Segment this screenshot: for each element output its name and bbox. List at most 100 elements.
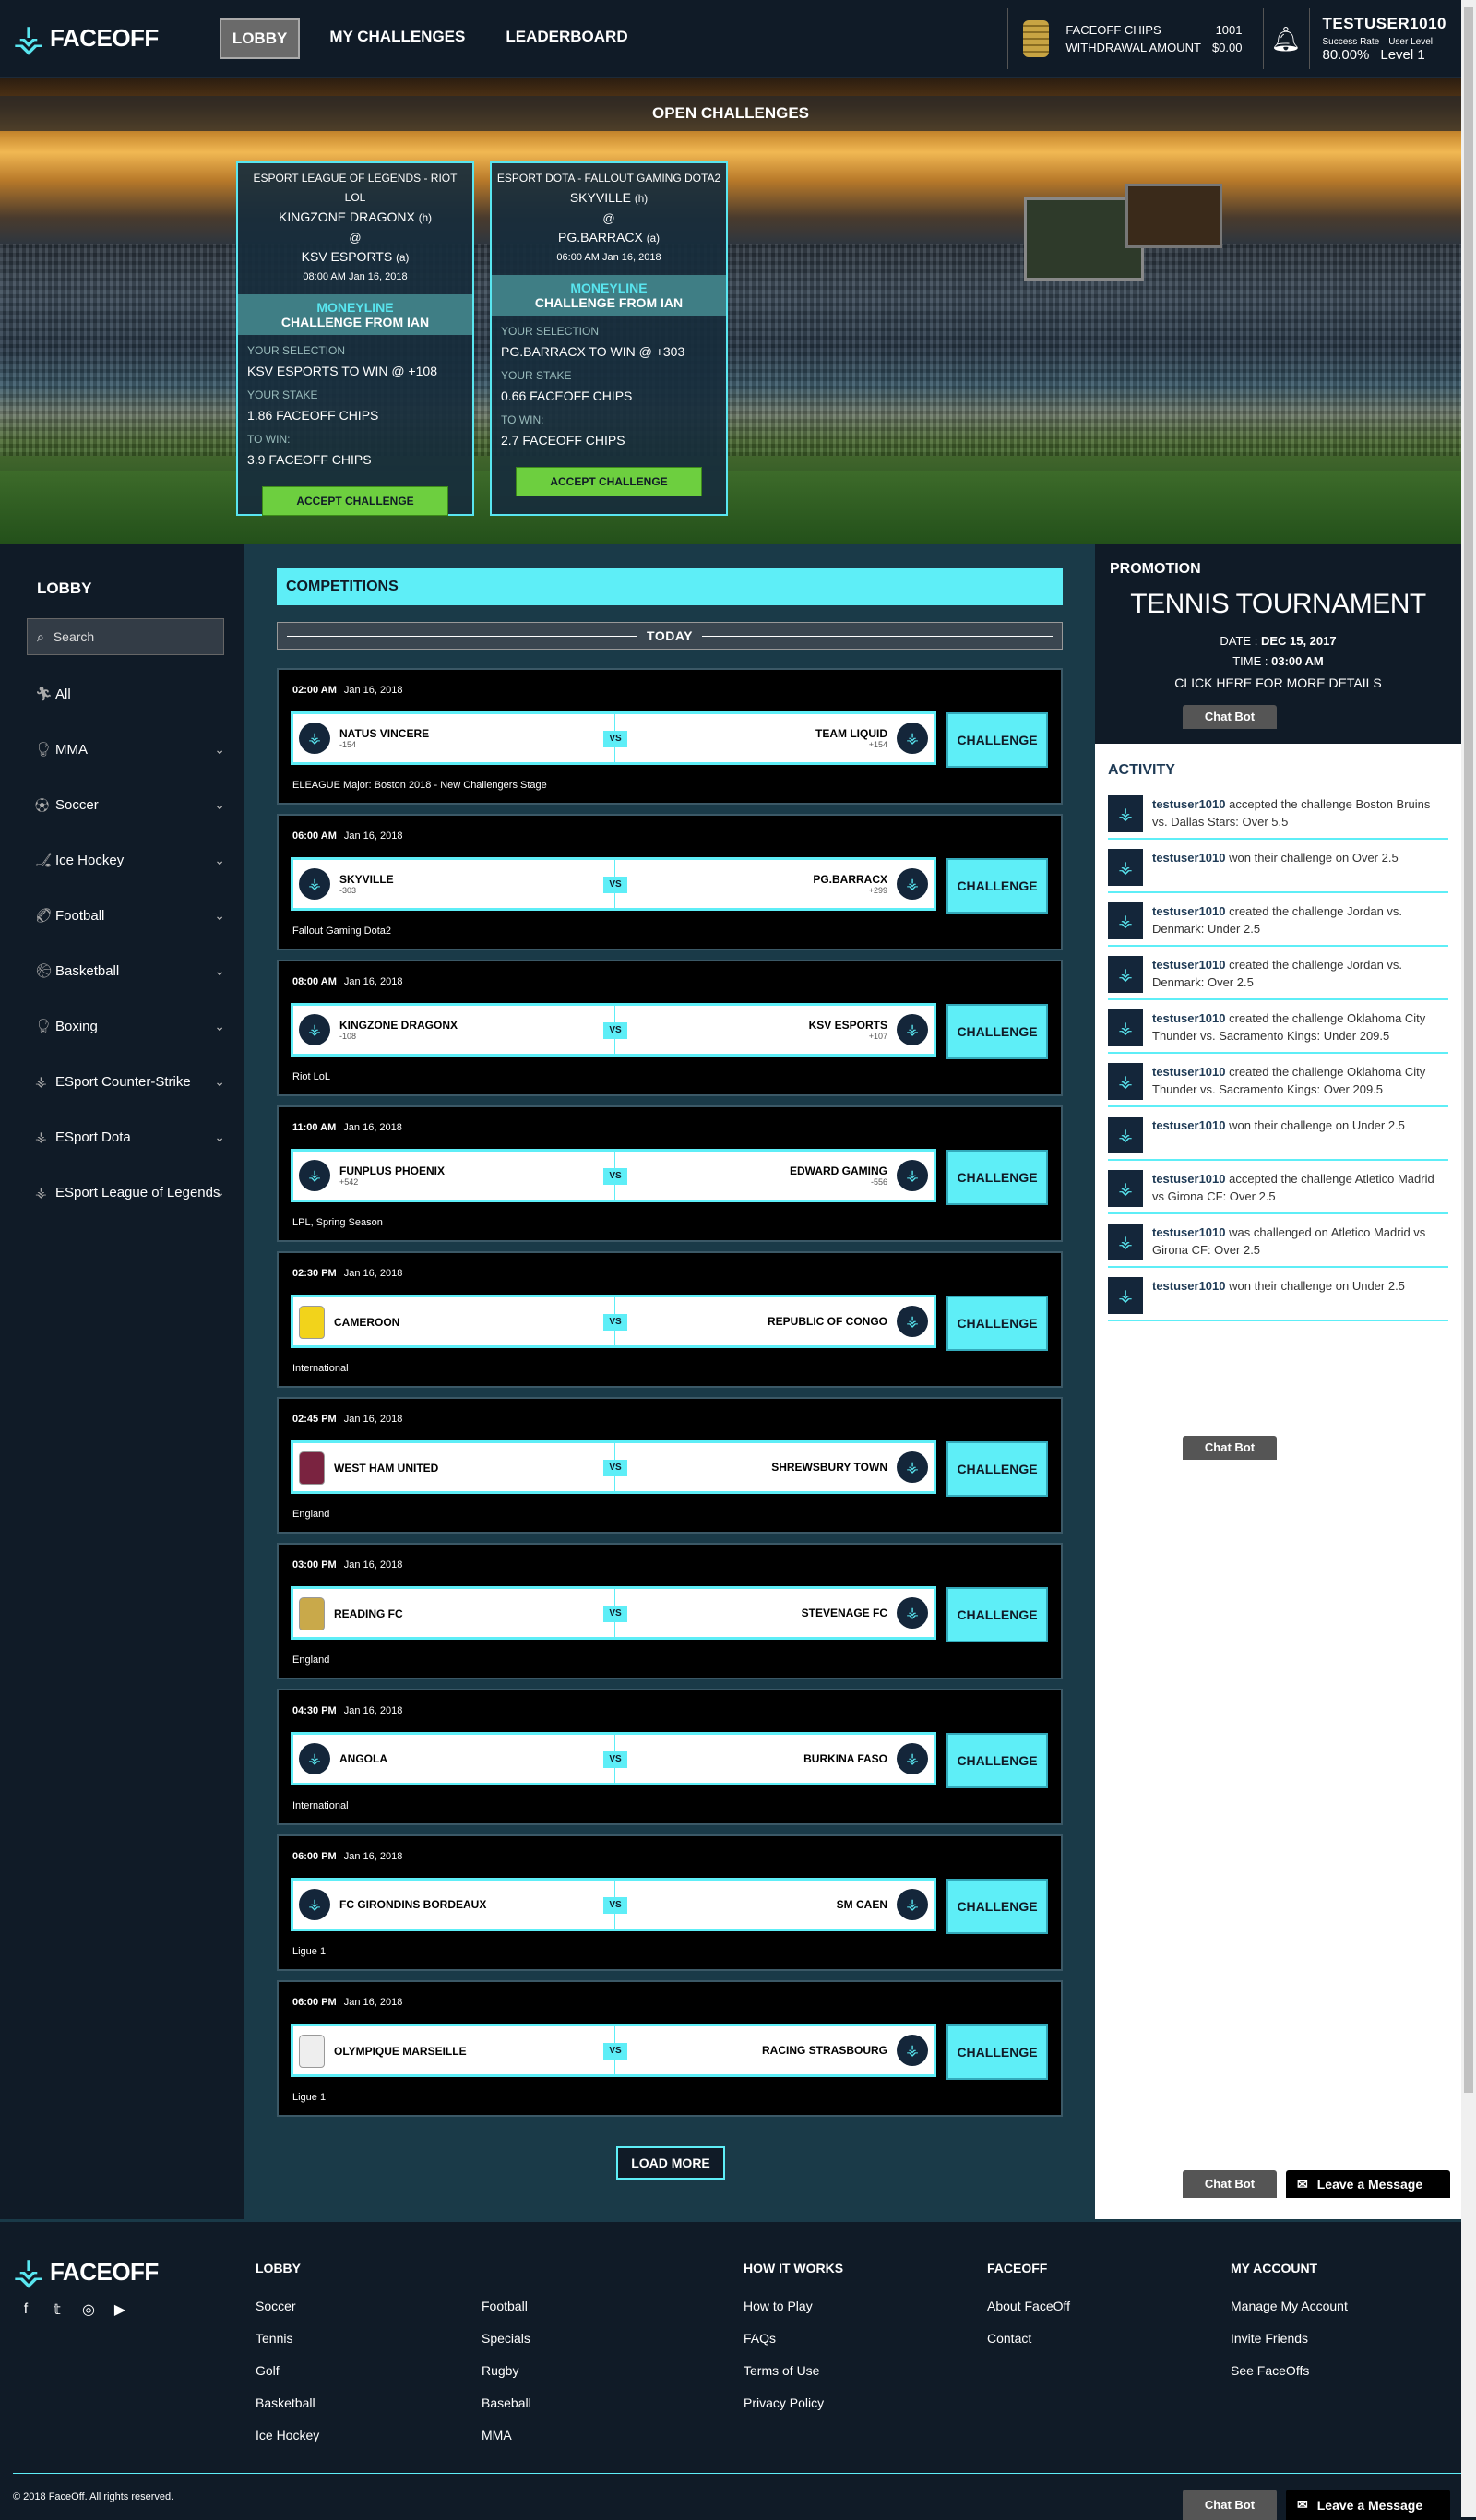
challenge-button[interactable]: CHALLENGE (946, 1733, 1048, 1788)
sidebar-item[interactable]: ⚶ ESport League of Legends ⌄ (0, 1164, 244, 1220)
matchup-bar[interactable]: OLYMPIQUE MARSEILLE VS RACING STRASBOURG… (291, 2024, 936, 2077)
sidebar-item[interactable]: ⚶ ESport Dota ⌄ (0, 1109, 244, 1164)
sidebar-item[interactable]: ⚶ ESport Counter-Strike ⌄ (0, 1054, 244, 1109)
challenge-button[interactable]: CHALLENGE (946, 858, 1048, 914)
game-league: International (292, 1800, 349, 1811)
footer-link[interactable]: Terms of Use (744, 2355, 843, 2387)
activity-user[interactable]: testuser1010 (1152, 797, 1226, 811)
matchup-bar[interactable]: WEST HAM UNITED VS SHREWSBURY TOWN ⚶ (291, 1440, 936, 1494)
matchup-bar[interactable]: CAMEROON VS REPUBLIC OF CONGO ⚶ (291, 1295, 936, 1348)
challenge-button[interactable]: CHALLENGE (946, 1296, 1048, 1351)
facebook-icon[interactable]: f (17, 2300, 35, 2319)
right-column: PROMOTION TENNIS TOURNAMENT DATE : DEC 1… (1095, 544, 1461, 2219)
matchup-bar[interactable]: ⚶ NATUS VINCERE -154 VS TEAM LIQUID +154 ⚶ (291, 711, 936, 765)
leave-message-button[interactable]: ✉ Leave a Message (1286, 2170, 1450, 2198)
footer-link[interactable]: MMA (482, 2419, 531, 2452)
bell-icon[interactable]: 🔔︎ (1264, 8, 1310, 69)
activity-user[interactable]: testuser1010 (1152, 1225, 1226, 1239)
chevron-down-icon[interactable]: ⌄ (214, 853, 225, 868)
footer-link[interactable]: How to Play (744, 2290, 843, 2323)
sidebar-item[interactable]: 🥊︎ MMA ⌄ (0, 722, 244, 777)
youtube-icon[interactable]: ▶ (111, 2300, 129, 2319)
game-time: 02:45 PM Jan 16, 2018 (292, 1414, 402, 1425)
matchup-bar[interactable]: ⚶ FC GIRONDINS BORDEAUX VS SM CAEN ⚶ (291, 1878, 936, 1931)
footer-link[interactable]: Golf (256, 2355, 319, 2387)
chat-bot-button[interactable]: Chat Bot (1183, 2170, 1277, 2198)
challenge-button[interactable]: CHALLENGE (946, 712, 1048, 768)
footer-link[interactable]: Soccer (256, 2290, 319, 2323)
chevron-down-icon[interactable]: ⌄ (214, 1129, 225, 1145)
footer-link[interactable]: Football (482, 2290, 531, 2323)
matchup-bar[interactable]: ⚶ FUNPLUS PHOENIX +542 VS EDWARD GAMING -55… (291, 1149, 936, 1202)
activity-user[interactable]: testuser1010 (1152, 904, 1226, 918)
sidebar-item[interactable]: ⚽︎ Soccer ⌄ (0, 777, 244, 832)
chat-bot-button[interactable]: Chat Bot (1183, 705, 1277, 729)
twitter-icon[interactable]: 𝕥 (48, 2300, 66, 2319)
footer-link[interactable]: About FaceOff (987, 2290, 1070, 2323)
activity-user[interactable]: testuser1010 (1152, 851, 1226, 865)
footer-link[interactable]: Tennis (256, 2323, 319, 2355)
matchup-bar[interactable]: READING FC VS STEVENAGE FC ⚶ (291, 1586, 936, 1640)
team-crest-icon: ⚶ (299, 1743, 330, 1774)
activity-user[interactable]: testuser1010 (1152, 958, 1226, 972)
promotion-details-link[interactable]: CLICK HERE FOR MORE DETAILS (1110, 675, 1446, 690)
footer-link[interactable]: See FaceOffs (1231, 2355, 1348, 2387)
matchup-bar[interactable]: ⚶ SKYVILLE -303 VS PG.BARRACX +299 ⚶ (291, 857, 936, 911)
game-time: 03:00 PM Jan 16, 2018 (292, 1559, 402, 1571)
search-input[interactable]: ⌕ Search (27, 618, 224, 655)
footer-link[interactable]: Basketball (256, 2387, 319, 2419)
matchup-bar[interactable]: ⚶ KINGZONE DRAGONX -108 VS KSV ESPORTS +107… (291, 1003, 936, 1057)
chevron-down-icon[interactable]: ⌄ (214, 1074, 225, 1090)
load-more-button[interactable]: LOAD MORE (616, 2146, 725, 2180)
nav-lobby[interactable]: LOBBY (219, 18, 301, 59)
leave-message-button[interactable]: ✉ Leave a Message (1286, 2490, 1450, 2520)
faceoff-logo[interactable]: ⚶ FACEOFF (13, 20, 159, 57)
matchup-bar[interactable]: ⚶ ANGOLA VS BURKINA FASO ⚶ (291, 1732, 936, 1785)
challenge-button[interactable]: CHALLENGE (946, 1879, 1048, 1934)
footer-logo[interactable]: ⚶ FACEOFF (13, 2253, 159, 2290)
challenge-button[interactable]: CHALLENGE (946, 1150, 1048, 1205)
footer-link[interactable]: Specials (482, 2323, 531, 2355)
footer-link[interactable]: FAQs (744, 2323, 843, 2355)
username[interactable]: TESTUSER1010 (1323, 15, 1447, 33)
instagram-icon[interactable]: ◎ (79, 2300, 98, 2319)
activity-user[interactable]: testuser1010 (1152, 1172, 1226, 1186)
chat-bot-button[interactable]: Chat Bot (1183, 2490, 1277, 2520)
activity-user[interactable]: testuser1010 (1152, 1118, 1226, 1132)
nav-my-challenges[interactable]: MY CHALLENGES (318, 18, 476, 59)
footer-link[interactable]: Contact (987, 2323, 1070, 2355)
footer-link[interactable]: Manage My Account (1231, 2290, 1348, 2323)
footer-link[interactable]: Privacy Policy (744, 2387, 843, 2419)
chevron-down-icon[interactable]: ⌄ (214, 1019, 225, 1034)
footer-link[interactable]: Rugby (482, 2355, 531, 2387)
page-scrollbar[interactable] (1461, 0, 1476, 2517)
activity-user[interactable]: testuser1010 (1152, 1011, 1226, 1025)
accept-challenge-button[interactable]: ACCEPT CHALLENGE (262, 486, 448, 516)
challenge-button[interactable]: CHALLENGE (946, 2024, 1048, 2080)
chevron-down-icon[interactable]: ⌄ (214, 1185, 225, 1200)
sidebar-item[interactable]: 🏃︎ All (0, 666, 244, 722)
footer-link[interactable]: Baseball (482, 2387, 531, 2419)
promotion-panel[interactable]: PROMOTION TENNIS TOURNAMENT DATE : DEC 1… (1095, 544, 1461, 744)
scrollbar-thumb[interactable] (1464, 7, 1473, 2093)
challenge-button[interactable]: CHALLENGE (946, 1587, 1048, 1642)
chevron-down-icon[interactable]: ⌄ (214, 797, 225, 813)
sidebar-item[interactable]: 🏀︎ Basketball ⌄ (0, 943, 244, 998)
activity-user[interactable]: testuser1010 (1152, 1279, 1226, 1293)
chevron-down-icon[interactable]: ⌄ (214, 908, 225, 924)
footer-link[interactable]: Ice Hockey (256, 2419, 319, 2452)
user-info[interactable]: TESTUSER1010 Success Rate User Level 80.0… (1310, 15, 1447, 63)
chevron-down-icon[interactable]: ⌄ (214, 742, 225, 758)
challenge-button[interactable]: CHALLENGE (946, 1441, 1048, 1497)
activity-user[interactable]: testuser1010 (1152, 1065, 1226, 1079)
sidebar-item[interactable]: 🏈︎ Football ⌄ (0, 888, 244, 943)
sidebar-item[interactable]: 🏒︎ Ice Hockey ⌄ (0, 832, 244, 888)
accept-challenge-button[interactable]: ACCEPT CHALLENGE (516, 467, 702, 496)
chat-bot-button[interactable]: Chat Bot (1183, 1436, 1277, 1460)
game-league: ELEAGUE Major: Boston 2018 - New Challen… (292, 780, 547, 791)
nav-leaderboard[interactable]: LEADERBOARD (494, 18, 638, 59)
chevron-down-icon[interactable]: ⌄ (214, 963, 225, 979)
sidebar-item[interactable]: 🥊︎ Boxing ⌄ (0, 998, 244, 1054)
footer-link[interactable]: Invite Friends (1231, 2323, 1348, 2355)
challenge-button[interactable]: CHALLENGE (946, 1004, 1048, 1059)
